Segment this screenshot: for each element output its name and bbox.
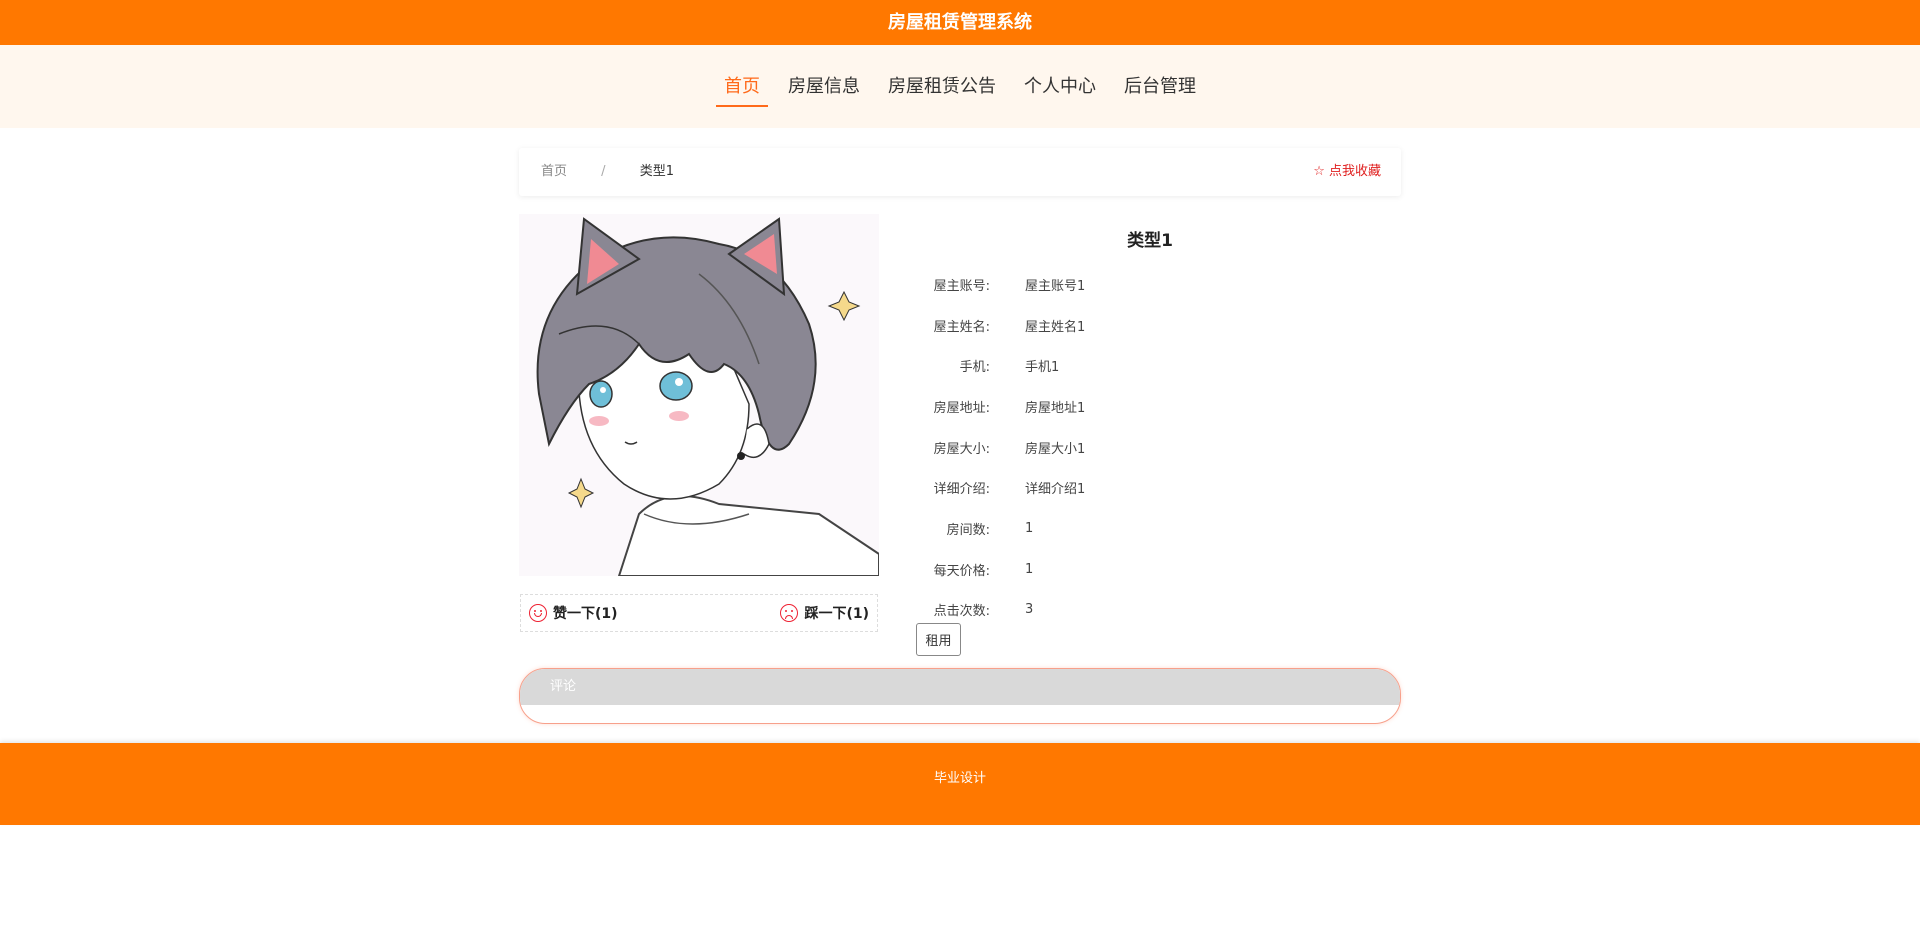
detail-list: 屋主账号: 屋主账号1 屋主姓名: 屋主姓名1 手机: 手机1 房屋地址: 房屋… bbox=[905, 264, 1405, 630]
frown-icon bbox=[780, 604, 799, 622]
detail-row-owner-name: 屋主姓名: 屋主姓名1 bbox=[905, 305, 1405, 346]
field-label: 房屋大小: bbox=[933, 441, 990, 457]
field-value: 1 bbox=[1025, 561, 1034, 577]
field-label: 屋主账号: bbox=[933, 278, 990, 294]
dislike-label: 踩一下(1) bbox=[804, 606, 869, 622]
breadcrumb: 首页 / 类型1 bbox=[541, 148, 674, 196]
app-title: 房屋租赁管理系统 bbox=[888, 12, 1032, 33]
detail-row-daily-price: 每天价格: 1 bbox=[905, 549, 1405, 590]
detail-row-owner-account: 屋主账号: 屋主账号1 bbox=[905, 264, 1405, 305]
field-label: 点击次数: bbox=[933, 604, 990, 620]
app-title-bar: 房屋租赁管理系统 bbox=[0, 0, 1920, 45]
star-outline-icon: ☆ bbox=[1313, 164, 1325, 179]
field-label: 屋主姓名: bbox=[933, 319, 990, 335]
field-value: 屋主账号1 bbox=[1025, 278, 1086, 294]
favorite-label: 点我收藏 bbox=[1328, 164, 1381, 179]
field-value: 房屋地址1 bbox=[1025, 400, 1086, 416]
field-label: 手机: bbox=[959, 360, 990, 376]
comment-section: 评论 bbox=[519, 668, 1401, 724]
breadcrumb-bar: 首页 / 类型1 ☆ 点我收藏 bbox=[519, 148, 1401, 196]
field-label: 详细介绍: bbox=[933, 482, 990, 498]
field-value: 房屋大小1 bbox=[1025, 441, 1086, 457]
breadcrumb-current: 类型1 bbox=[639, 164, 674, 179]
detail-row-address: 房屋地址: 房屋地址1 bbox=[905, 386, 1405, 427]
field-value: 屋主姓名1 bbox=[1025, 319, 1086, 335]
breadcrumb-home[interactable]: 首页 bbox=[541, 164, 567, 179]
nav-item-personal-center[interactable]: 个人中心 bbox=[1010, 65, 1110, 109]
breadcrumb-separator: / bbox=[601, 164, 606, 179]
house-image bbox=[519, 214, 879, 576]
field-label: 每天价格: bbox=[933, 563, 990, 579]
detail-row-clicks: 点击次数: 3 bbox=[905, 590, 1405, 631]
field-value: 手机1 bbox=[1025, 360, 1060, 376]
field-value: 详细介绍1 bbox=[1025, 482, 1086, 498]
field-label: 房间数: bbox=[946, 522, 990, 538]
nav-item-home[interactable]: 首页 bbox=[710, 65, 774, 109]
field-value: 1 bbox=[1025, 520, 1034, 536]
footer-text: 毕业设计 bbox=[933, 771, 986, 786]
comment-header: 评论 bbox=[520, 669, 1400, 705]
detail-row-size: 房屋大小: 房屋大小1 bbox=[905, 427, 1405, 468]
field-label: 房屋地址: bbox=[933, 400, 990, 416]
detail-row-phone: 手机: 手机1 bbox=[905, 345, 1405, 386]
nav-item-admin[interactable]: 后台管理 bbox=[1110, 65, 1210, 109]
like-label: 赞一下(1) bbox=[553, 606, 618, 622]
detail-row-rooms: 房间数: 1 bbox=[905, 508, 1405, 549]
footer: 毕业设计 bbox=[0, 743, 1920, 825]
main-nav: 首页 房屋信息 房屋租赁公告 个人中心 后台管理 bbox=[0, 45, 1920, 128]
favorite-button[interactable]: ☆ 点我收藏 bbox=[1313, 148, 1381, 196]
field-value: 3 bbox=[1025, 602, 1034, 618]
nav-item-rental-notice[interactable]: 房屋租赁公告 bbox=[874, 65, 1010, 109]
rent-button[interactable]: 租用 bbox=[916, 623, 961, 656]
like-button[interactable]: 赞一下(1) bbox=[529, 603, 618, 623]
nav-item-house-info[interactable]: 房屋信息 bbox=[774, 65, 874, 109]
detail-row-description: 详细介绍: 详细介绍1 bbox=[905, 467, 1405, 508]
nav-band: 首页 房屋信息 房屋租赁公告 个人中心 后台管理 bbox=[0, 45, 1920, 128]
vote-box: 赞一下(1) 踩一下(1) bbox=[520, 594, 878, 632]
dislike-button[interactable]: 踩一下(1) bbox=[780, 603, 869, 623]
house-title: 类型1 bbox=[1127, 231, 1173, 251]
smile-icon bbox=[529, 604, 547, 622]
